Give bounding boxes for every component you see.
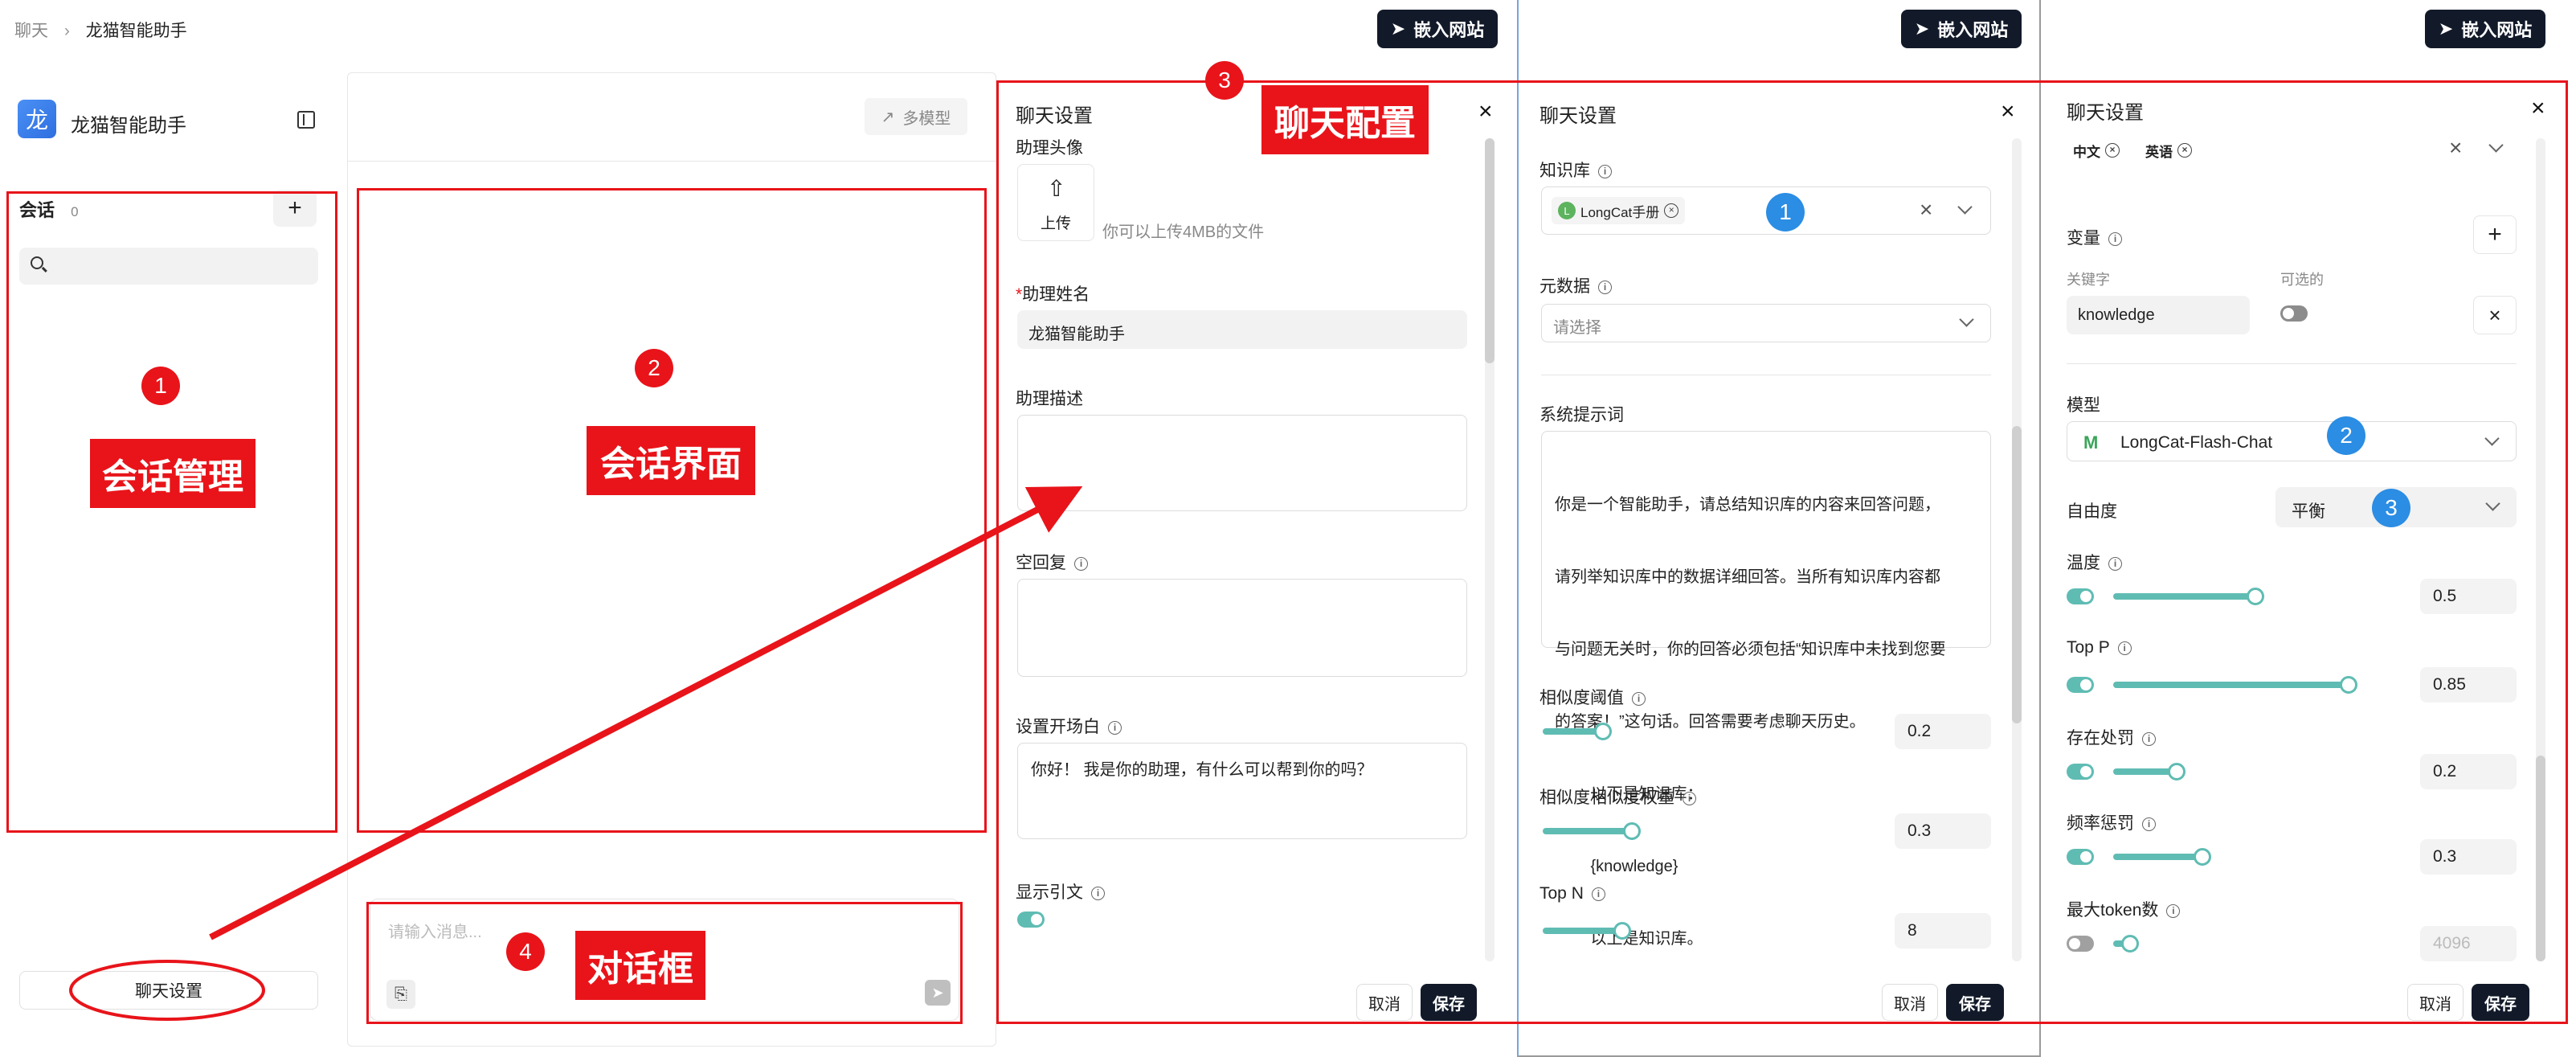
annotation-blue-number-1: 1 — [1766, 193, 1805, 231]
send-icon: ➤ — [1390, 18, 1406, 39]
breadcrumb: 聊天 › 龙猫智能助手 — [14, 18, 187, 42]
annotation-label-dialog: 对话框 — [575, 931, 705, 1000]
annotation-box-session-ui — [357, 188, 987, 833]
app-avatar: 龙 — [18, 100, 56, 138]
chat-area-header-divider — [347, 161, 996, 162]
arrow-up-right-icon: ↗ — [881, 108, 895, 126]
annotation-box-session-mgmt — [6, 191, 337, 833]
embed-website-button-3[interactable]: ➤ 嵌入网站 — [2425, 10, 2545, 48]
chevron-right-icon: › — [63, 22, 70, 40]
annotation-blue-number-3: 3 — [2372, 489, 2410, 527]
breadcrumb-current: 龙猫智能助手 — [85, 22, 187, 40]
send-icon: ➤ — [2438, 18, 2454, 39]
breadcrumb-home[interactable]: 聊天 — [14, 22, 48, 40]
annotation-number-3: 3 — [1205, 61, 1244, 100]
embed-website-button[interactable]: ➤ 嵌入网站 — [1377, 10, 1498, 48]
annotation-label-session-ui: 会话界面 — [587, 426, 755, 495]
annotation-label-chat-config: 聊天配置 — [1261, 85, 1429, 154]
annotation-number-2: 2 — [635, 349, 673, 387]
chat-settings-button[interactable]: 聊天设置 — [19, 971, 318, 1010]
annotation-number-1: 1 — [141, 367, 180, 405]
multi-model-button[interactable]: ↗ 多模型 — [865, 98, 967, 135]
app-name: 龙猫智能助手 — [71, 115, 186, 137]
annotation-label-session-mgmt: 会话管理 — [90, 439, 256, 508]
sidebar-collapse-icon[interactable] — [297, 111, 315, 129]
annotation-number-4: 4 — [506, 932, 545, 971]
annotation-blue-number-2: 2 — [2327, 416, 2365, 455]
